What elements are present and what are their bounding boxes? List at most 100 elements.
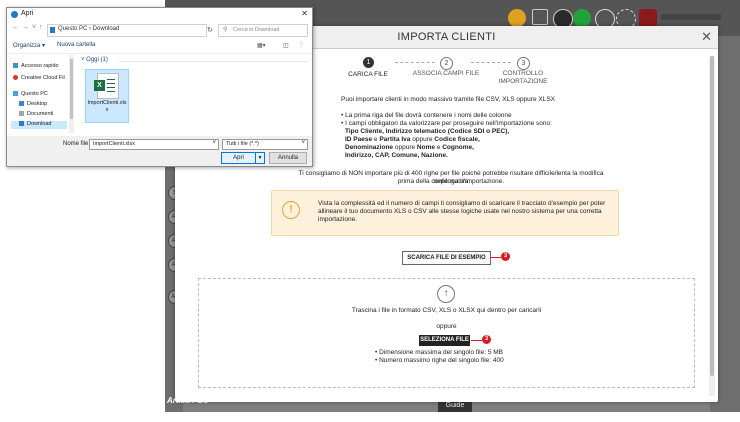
organize-button[interactable]: Organizza ▾ xyxy=(13,42,45,49)
warning-text-1: Vista la complessità ed il numero di cam… xyxy=(318,200,606,207)
req-codice-fiscale: Codice fiscale, xyxy=(434,136,480,143)
download-icon xyxy=(19,121,24,127)
avatar[interactable] xyxy=(639,9,657,27)
modal-title-text: IMPORTA CLIENTI xyxy=(397,31,496,43)
annotation-badge: 3 xyxy=(482,335,491,344)
excel-logo: X xyxy=(94,80,105,91)
search-placeholder: Cerca in Download xyxy=(233,27,280,33)
upload-icon: ↑ xyxy=(437,285,455,303)
sidebar-item-creative-cloud[interactable]: Creative Cloud Fil xyxy=(13,75,65,81)
max-size-text: • Dimensione massima del singolo file: 5… xyxy=(375,349,503,356)
modal-scrollbar[interactable] xyxy=(709,56,715,396)
sidebar-item-desktop[interactable]: Desktop xyxy=(19,101,47,107)
sidebar-item-this-pc[interactable]: Questo PC xyxy=(13,91,48,97)
sidebar-label: Creative Cloud Fil xyxy=(21,75,65,81)
drop-zone[interactable]: ↑ Trascina i file in formato CSV, XLS o … xyxy=(198,278,695,388)
req-connector: oppure xyxy=(393,144,417,151)
scrollbar-thumb[interactable] xyxy=(70,59,73,119)
filename-field[interactable]: ImportClienti.xlsx ˅ xyxy=(89,139,219,150)
sidebar-item-quick-access[interactable]: Accesso rapido xyxy=(13,63,59,69)
close-icon[interactable]: ✕ xyxy=(301,9,308,18)
preview-pane-icon[interactable]: ◫ xyxy=(283,42,289,49)
step-2-label: ASSOCIA CAMPI FILE xyxy=(412,70,480,77)
warning-text-2: allineare il tuo documento XLS o CSV all… xyxy=(318,208,602,215)
status-icon[interactable] xyxy=(573,9,591,27)
advice-text-2: prima della conferma d'importazione. xyxy=(397,178,505,185)
gift-icon[interactable] xyxy=(532,9,548,25)
or-text: oppure xyxy=(436,323,457,330)
user-name[interactable] xyxy=(661,14,721,20)
group-header-today[interactable]: ˅ Oggi (1) xyxy=(81,57,108,63)
back-icon[interactable]: ← xyxy=(12,24,19,31)
desktop-icon xyxy=(19,101,24,107)
download-example-button[interactable]: SCARICA FILE DI ESEMPIO xyxy=(402,251,491,265)
dialog-toolbar: Organizza ▾ Nuova cartella ▦▾ ◫ ❔ xyxy=(7,39,312,54)
documents-icon xyxy=(19,111,24,117)
sidebar-label: Desktop xyxy=(27,101,48,107)
req-id-paese: ID Paese xyxy=(345,136,373,143)
sheet-line xyxy=(107,87,115,88)
up-icon[interactable]: ↑ xyxy=(39,24,43,31)
sidebar-item-documents[interactable]: Documenti xyxy=(19,111,53,117)
step-connector xyxy=(395,62,435,63)
file-list: ˅ Oggi (1) X ImportClienti.xlsx xyxy=(75,55,311,133)
open-button[interactable]: Apri xyxy=(221,152,256,164)
sidebar-label: Download xyxy=(27,121,52,127)
group-divider xyxy=(119,61,307,62)
rule-required-fields: • I campi obbligatori da valorizzare per… xyxy=(341,120,552,127)
required-fields-line-1: Tipo Cliente, Indirizzo telematico (Codi… xyxy=(345,128,510,135)
cancel-button[interactable]: Annulla xyxy=(269,152,307,164)
step-1-indicator: 1 xyxy=(363,57,374,68)
help-icon[interactable]: ❔ xyxy=(297,42,304,49)
rule-first-row: • La prima riga del file dovrà contenere… xyxy=(341,112,512,119)
chevron-down-icon: ˅ xyxy=(301,140,305,146)
required-fields-line-4: Indirizzo, CAP, Comune, Nazione. xyxy=(345,152,448,159)
annotation-arrow xyxy=(490,257,501,258)
coins-icon[interactable] xyxy=(508,9,526,27)
req-connector: oppure xyxy=(410,136,435,143)
step-3-label: CONTROLLO IMPORTAZIONE xyxy=(498,70,548,85)
close-icon[interactable]: ✕ xyxy=(701,30,712,43)
refresh-icon[interactable]: ↻ xyxy=(207,26,213,34)
new-folder-button[interactable]: Nuova cartella xyxy=(57,42,95,48)
view-icon[interactable]: ▦▾ xyxy=(257,42,266,49)
required-fields-line-2: ID Paese e Partita Iva oppure Codice fis… xyxy=(345,136,480,144)
warning-icon: ! xyxy=(282,201,300,219)
computer-icon xyxy=(13,91,18,97)
req-partita-iva: Partita Iva xyxy=(379,136,411,143)
filetype-select[interactable]: Tutti i file (*.*) ˅ xyxy=(222,139,308,150)
step-connector xyxy=(471,62,511,63)
intro-text: Puoi importare clienti in modo massivo t… xyxy=(341,96,555,103)
sheet-line xyxy=(107,83,115,84)
req-cognome: Cognome, xyxy=(442,144,474,151)
warning-text-3: importazione. xyxy=(318,216,358,223)
scrollbar-thumb[interactable] xyxy=(710,56,714,376)
forward-icon[interactable]: → xyxy=(22,24,29,31)
creative-cloud-icon xyxy=(13,75,18,81)
search-input[interactable]: ⚲ Cerca in Download xyxy=(218,24,308,37)
address-bar[interactable]: Questo PC › Download xyxy=(47,24,207,37)
drop-text: Trascina i file in formato CSV, XLS o XL… xyxy=(351,307,542,314)
chevron-down-icon[interactable]: ˅ xyxy=(212,140,216,146)
warning-box: ! Vista la complessità ed il numero di c… xyxy=(271,190,619,236)
required-fields-line-3: Denominazione oppure Nome e Cognome, xyxy=(345,144,474,152)
select-file-button[interactable]: SELEZIONA FILE xyxy=(419,335,470,346)
address-text: Questo PC › Download xyxy=(58,26,120,32)
dialog-titlebar: Apri ✕ xyxy=(7,8,312,21)
chevron-down-icon[interactable]: ˅ xyxy=(32,24,36,31)
file-item[interactable]: X ImportClienti.xlsx xyxy=(85,69,129,123)
sidebar-scrollbar[interactable] xyxy=(69,55,74,133)
group-label: Oggi (1) xyxy=(86,57,108,63)
open-file-dialog: Apri ✕ ← → ˅ ↑ Questo PC › Download ↻ ⚲ … xyxy=(6,7,313,167)
dialog-sidebar: Accesso rapido Creative Cloud Fil Questo… xyxy=(9,55,71,133)
sidebar-label: Accesso rapido xyxy=(21,63,59,69)
sidebar-label: Documenti xyxy=(27,111,54,117)
dialog-footer: Nome file: ImportClienti.xlsx ˅ Tutti i … xyxy=(7,136,312,166)
open-options-button[interactable]: ▼ xyxy=(255,152,265,164)
sidebar-label: Questo PC xyxy=(21,91,48,97)
dialog-title: Apri xyxy=(21,10,34,17)
sheet-line xyxy=(107,79,115,80)
req-nome: Nome xyxy=(416,144,435,151)
sheet-line xyxy=(107,91,115,92)
sidebar-item-download[interactable]: Download xyxy=(19,121,51,127)
